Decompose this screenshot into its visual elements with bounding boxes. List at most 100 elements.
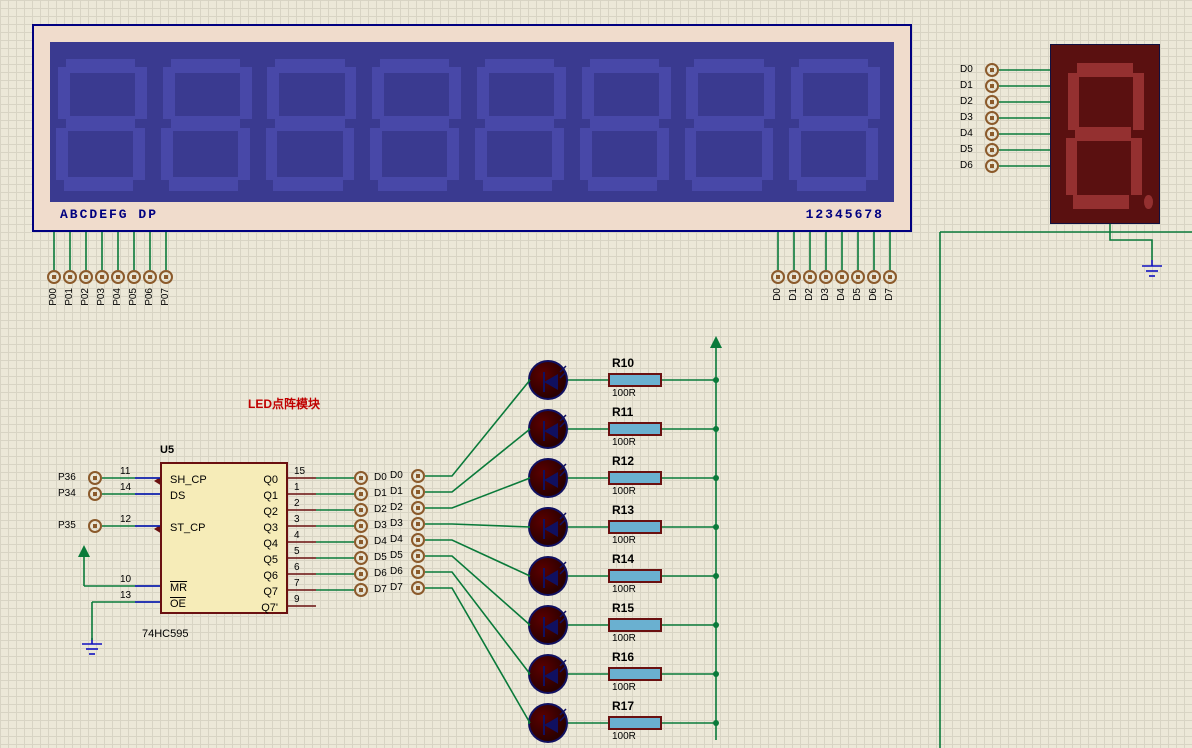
net-terminal[interactable]	[867, 270, 881, 284]
net-label-D2: D2	[374, 504, 387, 515]
net-terminal[interactable]	[88, 487, 102, 501]
net-label-D6: D6	[374, 568, 387, 579]
net-terminal[interactable]	[354, 503, 368, 517]
net-terminal[interactable]	[127, 270, 141, 284]
net-terminal[interactable]	[159, 270, 173, 284]
net-label-P01: P01	[64, 288, 75, 306]
display-digit-labels: 12345678	[806, 207, 884, 222]
net-terminal[interactable]	[985, 63, 999, 77]
net-label-D2: D2	[390, 502, 403, 513]
net-terminal[interactable]	[771, 270, 785, 284]
net-terminal[interactable]	[143, 270, 157, 284]
net-label-D5: D5	[960, 144, 973, 155]
net-terminal[interactable]	[354, 551, 368, 565]
svg-text:9: 9	[294, 594, 300, 605]
chip-74hc595[interactable]: SH_CP DS ST_CP MR OE Q0 Q1 Q2 Q3 Q4 Q5 Q…	[160, 462, 288, 614]
net-terminal[interactable]	[411, 581, 425, 595]
pin-stcp: ST_CP	[170, 522, 205, 534]
resistor[interactable]	[608, 618, 662, 632]
net-terminal[interactable]	[411, 501, 425, 515]
net-terminal[interactable]	[985, 127, 999, 141]
net-label-D6: D6	[960, 160, 973, 171]
net-terminal[interactable]	[354, 567, 368, 581]
net-terminal[interactable]	[883, 270, 897, 284]
net-terminal[interactable]	[411, 469, 425, 483]
pin-q5: Q5	[263, 554, 278, 566]
resistor[interactable]	[608, 373, 662, 387]
led-diode[interactable]	[528, 360, 568, 400]
net-label-D2: D2	[960, 96, 973, 107]
res-val-R12: 100R	[612, 486, 636, 497]
svg-text:1: 1	[294, 482, 300, 493]
schematic-layer[interactable]: ABCDEFG DP 12345678 LED点阵模块 U5 74HC595 S…	[0, 0, 1192, 748]
led-diode[interactable]	[528, 507, 568, 547]
resistor[interactable]	[608, 569, 662, 583]
net-terminal[interactable]	[411, 517, 425, 531]
display-seg-labels: ABCDEFG DP	[60, 207, 158, 222]
net-label-D7: D7	[390, 582, 403, 593]
res-ref-R16: R16	[612, 650, 634, 664]
net-terminal[interactable]	[985, 111, 999, 125]
res-ref-R15: R15	[612, 601, 634, 615]
net-terminal[interactable]	[95, 270, 109, 284]
led-module-title: LED点阵模块	[248, 395, 320, 412]
net-label-D4: D4	[960, 128, 973, 139]
led-diode[interactable]	[528, 605, 568, 645]
net-terminal[interactable]	[354, 519, 368, 533]
net-terminal[interactable]	[88, 471, 102, 485]
led-diode[interactable]	[528, 458, 568, 498]
net-label-D2: D2	[804, 288, 815, 301]
net-terminal[interactable]	[354, 583, 368, 597]
resistor[interactable]	[608, 422, 662, 436]
net-terminal[interactable]	[985, 79, 999, 93]
net-label-P00: P00	[48, 288, 59, 306]
svg-text:5: 5	[294, 546, 300, 557]
net-label-D4: D4	[390, 534, 403, 545]
net-label-D5: D5	[390, 550, 403, 561]
resistor[interactable]	[608, 667, 662, 681]
pin-q2: Q2	[263, 506, 278, 518]
net-terminal[interactable]	[354, 535, 368, 549]
net-terminal[interactable]	[835, 270, 849, 284]
net-terminal[interactable]	[47, 270, 61, 284]
res-val-R15: 100R	[612, 633, 636, 644]
net-terminal[interactable]	[985, 143, 999, 157]
net-terminal[interactable]	[63, 270, 77, 284]
pin-q6: Q6	[263, 570, 278, 582]
net-terminal[interactable]	[985, 95, 999, 109]
net-label-D1: D1	[960, 80, 973, 91]
net-terminal[interactable]	[411, 533, 425, 547]
net-terminal[interactable]	[819, 270, 833, 284]
net-label-P34: P34	[58, 488, 76, 499]
net-terminal[interactable]	[88, 519, 102, 533]
net-terminal[interactable]	[411, 549, 425, 563]
resistor[interactable]	[608, 520, 662, 534]
pin-shcp: SH_CP	[170, 474, 207, 486]
led-diode[interactable]	[528, 703, 568, 743]
led-diode[interactable]	[528, 409, 568, 449]
pinnum-12: 12	[120, 514, 132, 525]
digit-3	[266, 50, 365, 194]
net-label-D3: D3	[820, 288, 831, 301]
net-terminal[interactable]	[411, 485, 425, 499]
net-label-D3: D3	[374, 520, 387, 531]
net-terminal[interactable]	[411, 565, 425, 579]
resistor[interactable]	[608, 471, 662, 485]
resistor[interactable]	[608, 716, 662, 730]
display-8digit[interactable]: ABCDEFG DP 12345678	[32, 24, 912, 232]
net-label-P06: P06	[144, 288, 155, 306]
net-terminal[interactable]	[354, 487, 368, 501]
single-7seg[interactable]	[1050, 44, 1160, 224]
pinnum-11: 11	[120, 466, 131, 477]
net-terminal[interactable]	[851, 270, 865, 284]
net-terminal[interactable]	[111, 270, 125, 284]
net-terminal[interactable]	[79, 270, 93, 284]
net-terminal[interactable]	[803, 270, 817, 284]
net-terminal[interactable]	[354, 471, 368, 485]
net-terminal[interactable]	[787, 270, 801, 284]
res-val-R13: 100R	[612, 535, 636, 546]
led-diode[interactable]	[528, 654, 568, 694]
led-diode[interactable]	[528, 556, 568, 596]
net-terminal[interactable]	[985, 159, 999, 173]
net-label-D4: D4	[374, 536, 387, 547]
